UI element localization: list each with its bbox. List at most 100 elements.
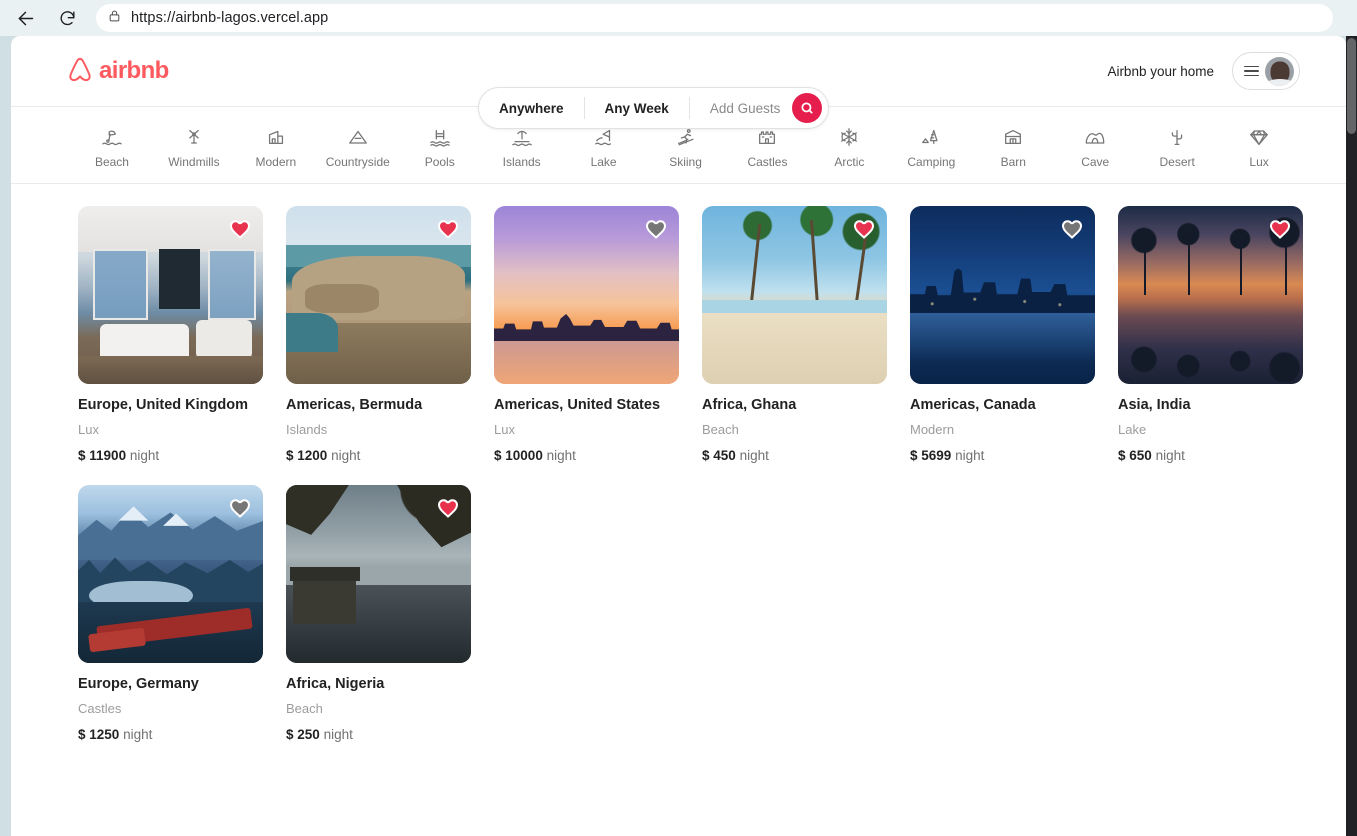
header-right: Airbnb your home [1107,52,1300,90]
avatar[interactable] [1265,56,1294,86]
category-label: Islands [502,154,541,169]
listing-category: Beach [286,701,323,716]
listing-category: Lux [78,422,99,437]
logo-text: airbnb [99,57,169,84]
listing-title: Europe, United Kingdom [78,397,248,413]
listing-title: Africa, Nigeria [286,676,385,692]
category-windmills[interactable]: Windmills [153,122,235,169]
site-header: airbnb Anywhere Any Week Add Guests Airb… [11,36,1346,129]
listing-title: Americas, Canada [910,397,1036,413]
listing-title: Asia, India [1118,397,1191,413]
category-cave[interactable]: Cave [1054,122,1136,169]
listing-image[interactable] [286,485,471,663]
page-viewport: airbnb Anywhere Any Week Add Guests Airb… [11,36,1346,836]
airbnb-your-home-link[interactable]: Airbnb your home [1107,64,1214,79]
listing-card[interactable]: Europe, Germany Castles $ 1250 night [78,485,263,742]
listing-card[interactable]: Africa, Nigeria Beach $ 250 night [286,485,471,742]
lock-icon [108,9,121,28]
category-modern[interactable]: Modern [235,122,317,169]
search-bar[interactable]: Anywhere Any Week Add Guests [478,87,830,129]
search-icon[interactable] [792,93,823,123]
page-scrollbar[interactable] [1346,36,1357,836]
listing-card[interactable]: Americas, Bermuda Islands $ 1200 night [286,206,471,463]
category-label: Desert [1159,154,1195,169]
listing-title: Europe, Germany [78,676,199,692]
listing-card[interactable]: Americas, United States Lux $ 10000 nigh… [494,206,679,463]
price-period: night [323,727,353,742]
favorite-heart-icon[interactable] [436,217,460,241]
price-currency: $ [286,727,294,742]
category-label: Modern [255,154,297,169]
favorite-heart-icon[interactable] [228,217,252,241]
listing-price: $ 11900 night [78,448,263,463]
favorite-heart-icon[interactable] [436,496,460,520]
category-beach[interactable]: Beach [71,122,153,169]
category-label: Camping [907,154,956,169]
price-currency: $ [78,727,86,742]
price-period: night [739,448,769,463]
listing-image[interactable] [78,485,263,663]
price-amount: 5699 [921,448,952,463]
price-currency: $ [1118,448,1126,463]
category-barn[interactable]: Barn [972,122,1054,169]
url-text: https://airbnb-lagos.vercel.app [131,10,329,26]
airbnb-logo[interactable]: airbnb [66,56,169,86]
listing-image[interactable] [702,206,887,384]
listing-card[interactable]: Africa, Ghana Beach $ 450 night [702,206,887,463]
reload-icon[interactable] [52,3,82,33]
hamburger-icon[interactable] [1244,65,1259,77]
search-location[interactable]: Anywhere [479,101,584,116]
category-label: Beach [94,154,129,169]
category-camping[interactable]: Camping [890,122,972,169]
category-arctic[interactable]: Arctic [808,122,890,169]
listing-card[interactable]: Europe, United Kingdom Lux $ 11900 night [78,206,263,463]
user-menu-button[interactable] [1232,52,1300,90]
category-label: Windmills [168,154,220,169]
category-label: Skiing [669,154,702,169]
price-currency: $ [702,448,710,463]
category-label: Pools [424,154,455,169]
listing-image[interactable] [1118,206,1303,384]
listing-card[interactable]: Americas, Canada Modern $ 5699 night [910,206,1095,463]
favorite-heart-icon[interactable] [228,496,252,520]
favorite-heart-icon[interactable] [644,217,668,241]
listing-price: $ 5699 night [910,448,1095,463]
price-amount: 1200 [297,448,328,463]
listing-image[interactable] [286,206,471,384]
search-guests[interactable]: Add Guests [690,101,793,116]
category-countryside[interactable]: Countryside [317,122,399,169]
listing-category: Lux [494,422,515,437]
url-bar[interactable]: https://airbnb-lagos.vercel.app [96,4,1333,32]
listing-image[interactable] [910,206,1095,384]
category-pools[interactable]: Pools [399,122,481,169]
price-period: night [123,727,153,742]
browser-chrome: https://airbnb-lagos.vercel.app [0,0,1357,36]
back-arrow-icon[interactable] [10,3,40,33]
favorite-heart-icon[interactable] [852,217,876,241]
price-amount: 250 [297,727,320,742]
category-lux[interactable]: Lux [1218,122,1300,169]
price-amount: 1250 [89,727,120,742]
category-label: Barn [1000,154,1026,169]
listing-image[interactable] [494,206,679,384]
listing-image[interactable] [78,206,263,384]
price-currency: $ [78,448,86,463]
price-currency: $ [910,448,918,463]
price-period: night [955,448,985,463]
listing-category: Lake [1118,422,1147,437]
category-label: Arctic [834,154,865,169]
category-desert[interactable]: Desert [1136,122,1218,169]
listing-card[interactable]: Asia, India Lake $ 650 night [1118,206,1303,463]
price-currency: $ [494,448,502,463]
favorite-heart-icon[interactable] [1060,217,1084,241]
listing-price: $ 10000 night [494,448,679,463]
listing-price: $ 1250 night [78,727,263,742]
category-label: Castles [747,154,788,169]
price-currency: $ [286,448,294,463]
listing-price: $ 450 night [702,448,887,463]
scrollbar-thumb[interactable] [1347,38,1356,134]
category-label: Lux [1249,154,1269,169]
search-dates[interactable]: Any Week [585,101,689,116]
listing-price: $ 250 night [286,727,471,742]
favorite-heart-icon[interactable] [1268,217,1292,241]
